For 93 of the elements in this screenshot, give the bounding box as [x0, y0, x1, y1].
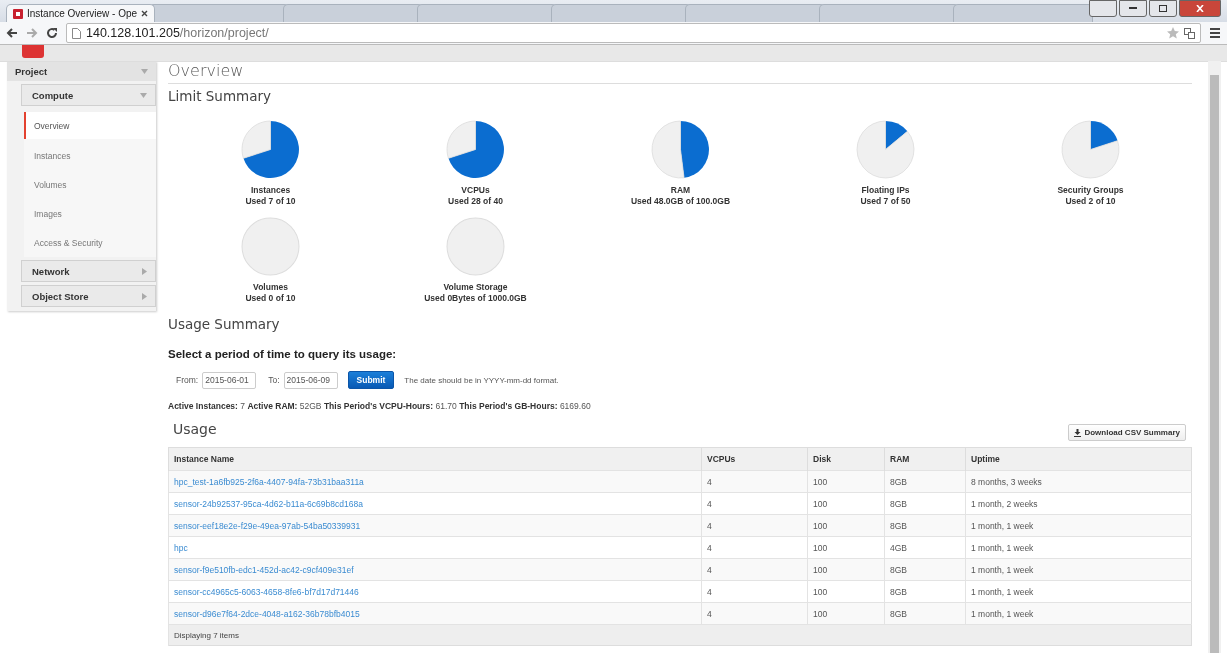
limit-usage: Used 2 of 10 [1065, 196, 1116, 207]
date-field[interactable]: 2015-06-01 [202, 371, 257, 389]
field-label: From: [176, 375, 199, 385]
close-button[interactable] [1179, 0, 1221, 17]
sidebar-item[interactable]: Overview [24, 112, 156, 139]
limit-name: Floating IPs [861, 185, 910, 196]
instance-link[interactable]: sensor-24b92537-95ca-4d62-b11a-6c69b8cd168a [174, 498, 363, 509]
logo-icon [22, 45, 44, 58]
caret-down-icon [141, 68, 148, 74]
table-cell: 8GB [884, 558, 966, 581]
restore-button[interactable] [1149, 0, 1177, 17]
download-button[interactable]: Download CSV Summary [1068, 424, 1186, 441]
section-title: Usage [173, 421, 217, 439]
pie-slice [651, 120, 685, 179]
sidebar-item[interactable]: Access & Security [24, 228, 156, 257]
sidebar-panel[interactable]: Network [21, 260, 156, 282]
instance-link[interactable]: sensor-eef18e2e-f29e-49ea-97ab-54ba50339931 [174, 520, 361, 531]
table-footer: Displaying 7 items [168, 624, 1192, 646]
limit-usage: Used 28 of 40 [448, 196, 503, 207]
limit-name: Volume Storage [443, 282, 508, 293]
instance-link[interactable]: hpc_test-1a6fb925-2f6a-4407-94fa-73b31baa311a [174, 476, 364, 487]
limit-name: VCPUs [461, 185, 490, 196]
scrollbar[interactable] [1208, 61, 1221, 653]
date-field[interactable]: 2015-06-09 [283, 371, 338, 389]
column-header: Instance Name [168, 447, 702, 471]
limit-name: Security Groups [1057, 185, 1124, 196]
limit-usage: Used 48.0GB of 100.0GB [630, 196, 731, 207]
section-title: Limit Summary [168, 88, 272, 106]
pie-slice [241, 217, 300, 276]
page-title: Overview [168, 61, 1192, 84]
table-cell: 100 [807, 558, 885, 581]
table-cell: 4 [701, 602, 808, 625]
sidebar-item[interactable]: Images [24, 199, 156, 228]
table-cell: 100 [807, 470, 885, 493]
table-cell: 8GB [884, 470, 966, 493]
instance-link[interactable]: sensor-d96e7f64-2dce-4048-a162-36b78bfb4015 [174, 608, 360, 619]
table-cell: 4 [701, 514, 808, 537]
limit-name: Instances [250, 185, 291, 196]
hint-text: The date should be in YYYY-mm-dd format. [404, 375, 559, 385]
caret-down-icon [140, 92, 147, 98]
usage-stats: Active Instances: 7 Active RAM: 52GB This Period's VCPU-Hours: 61.70 This Period's GB-Hours: 6169.60 [168, 401, 592, 411]
table-cell: 8GB [884, 514, 966, 537]
page-icon [72, 27, 81, 39]
submit-button[interactable]: Submit [347, 371, 395, 389]
table-cell: 4 [701, 558, 808, 581]
sidebar-item[interactable]: Instances [24, 141, 156, 170]
table-cell: 1 month, 1 week [965, 602, 1192, 625]
limit-name: Volumes [253, 282, 288, 293]
instance-link[interactable]: hpc [174, 542, 188, 553]
browser-tab[interactable]: Instance Overview - Ope [6, 4, 156, 22]
table-cell: 1 month, 1 week [965, 558, 1192, 581]
sidebar-panel[interactable]: Compute [21, 84, 156, 106]
address-bar[interactable]: 140.128.101.205/horizon/project/ [66, 23, 1201, 43]
profile-button[interactable] [1089, 0, 1117, 17]
table-cell: 8 months, 3 weeks [965, 470, 1192, 493]
caret-right-icon [142, 267, 147, 275]
section-title: Usage Summary [168, 316, 281, 334]
limit-name: RAM [670, 185, 691, 196]
menu-icon[interactable] [1209, 27, 1221, 39]
column-header: VCPUs [701, 447, 808, 471]
star-icon[interactable] [1167, 27, 1179, 39]
forward-icon[interactable] [26, 27, 38, 39]
table-cell: 4 [701, 470, 808, 493]
sidebar-item[interactable]: Volumes [24, 170, 156, 199]
limit-usage: Used 0Bytes of 1000.0GB [424, 293, 527, 304]
limit-usage: Used 7 of 50 [860, 196, 911, 207]
close-icon [1196, 5, 1204, 12]
sidebar-dashboard[interactable]: Project [7, 61, 156, 81]
table-cell: 8GB [884, 602, 966, 625]
back-icon[interactable] [6, 27, 18, 39]
form-heading: Select a period of time to query its usage: [168, 348, 398, 360]
column-header: Disk [807, 447, 885, 471]
minimize-button[interactable] [1119, 0, 1147, 17]
pie-slice [680, 121, 709, 178]
limit-usage: Used 7 of 10 [245, 196, 296, 207]
table-cell: 100 [807, 602, 885, 625]
download-icon [1074, 428, 1082, 437]
instance-link[interactable]: sensor-f9e510fb-edc1-452d-ac42-c9cf409e31ef [174, 564, 354, 575]
restore-icon [1159, 5, 1167, 12]
field-label: To: [268, 375, 280, 385]
close-icon[interactable] [141, 10, 149, 17]
column-header: RAM [884, 447, 966, 471]
reload-icon[interactable] [46, 27, 58, 39]
column-header: Uptime [965, 447, 1192, 471]
table-cell: 1 month, 1 week [965, 514, 1192, 537]
limit-usage: Used 0 of 10 [245, 293, 296, 304]
instance-link[interactable]: sensor-cc4965c5-6063-4658-8fe6-bf7d17d71446 [174, 586, 359, 597]
caret-right-icon [142, 292, 147, 300]
table-cell: 100 [807, 514, 885, 537]
minimize-icon [1129, 7, 1137, 10]
sidebar-panel[interactable]: Object Store [21, 285, 156, 307]
pie-slice [446, 217, 505, 276]
favicon-icon [13, 8, 23, 19]
